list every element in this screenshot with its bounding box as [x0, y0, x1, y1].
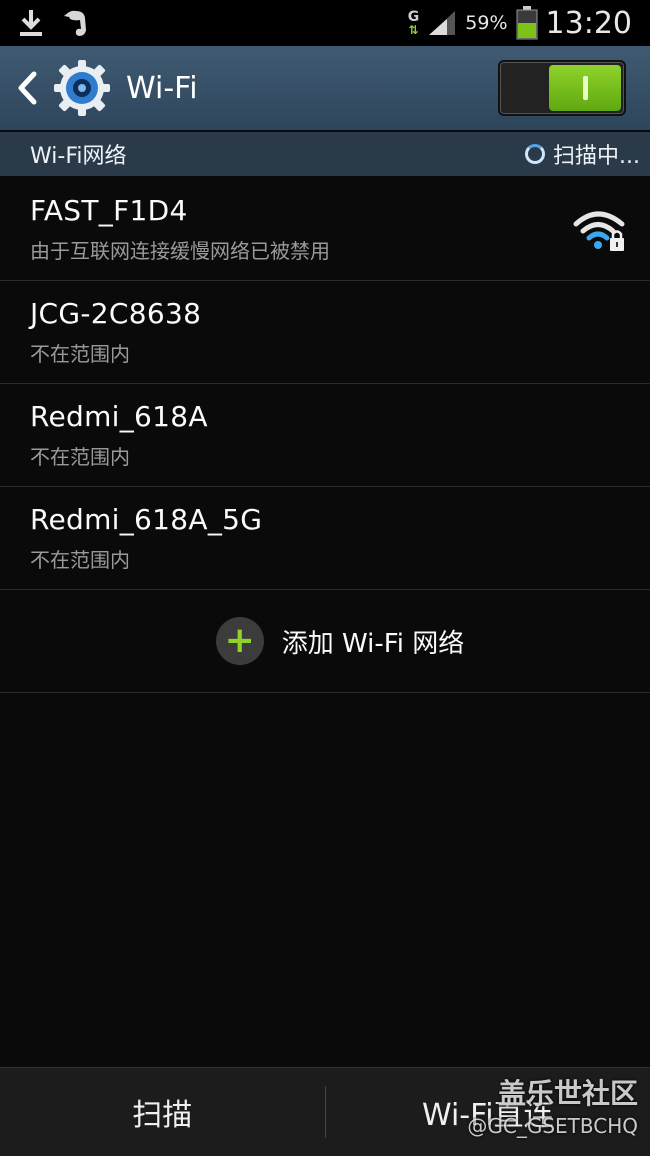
battery-percent: 59%: [465, 12, 508, 34]
wifi-networks-header: Wi-Fi网络 扫描中...: [0, 132, 650, 176]
back-arrow-icon[interactable]: [14, 68, 40, 108]
page-title: Wi-Fi: [126, 70, 198, 106]
watermark-handle: @GC_GSETBCHQ: [467, 1114, 638, 1138]
network-status: 不在范围内: [30, 445, 130, 469]
scan-status: 扫描中...: [525, 138, 640, 170]
evernote-icon: [64, 10, 86, 37]
network-ssid: FAST_F1D4: [30, 194, 188, 227]
add-plus-icon: +: [215, 617, 264, 665]
network-status: 不在范围内: [30, 342, 130, 366]
network-ssid: Redmi_618A: [30, 400, 208, 433]
scan-button[interactable]: 扫描: [0, 1068, 325, 1156]
network-item-jcg-2c8638[interactable]: JCG-2C8638 不在范围内: [0, 281, 650, 384]
network-ssid: JCG-2C8638: [30, 297, 202, 330]
network-status: 由于互联网连接缓慢网络已被禁用: [30, 239, 330, 263]
network-item-redmi-618a[interactable]: Redmi_618A 不在范围内: [0, 384, 650, 487]
section-title: Wi-Fi网络: [30, 144, 127, 169]
settings-gear-icon[interactable]: [52, 58, 112, 118]
wifi-toggle-switch[interactable]: [498, 60, 626, 116]
add-network-label: 添加 Wi-Fi 网络: [281, 628, 465, 659]
scanning-spinner-icon: [525, 144, 546, 164]
clock: 13:20: [545, 5, 632, 41]
battery-icon: [516, 6, 538, 40]
wifi-locked-icon: [573, 211, 625, 251]
toggle-knob: [549, 65, 621, 111]
download-icon: [20, 10, 42, 36]
network-list: FAST_F1D4 由于互联网连接缓慢网络已被禁用 JCG-2C8638 不在范…: [0, 178, 650, 693]
status-bar: G ⇅ 59% 13:20: [0, 0, 650, 46]
add-wifi-network-item[interactable]: + 添加 Wi-Fi 网络: [0, 590, 650, 693]
network-ssid: Redmi_618A_5G: [30, 503, 263, 536]
network-item-fast-f1d4[interactable]: FAST_F1D4 由于互联网连接缓慢网络已被禁用: [0, 178, 650, 281]
signal-icon: [429, 11, 456, 35]
action-bar: Wi-Fi: [0, 46, 650, 130]
network-status: 不在范围内: [30, 548, 130, 572]
network-type-indicator: G ⇅: [407, 9, 420, 37]
watermark: 盖乐世社区 @GC_GSETBCHQ: [467, 1072, 638, 1138]
scan-status-label: 扫描中...: [553, 144, 640, 169]
watermark-title: 盖乐世社区: [497, 1077, 638, 1110]
network-item-redmi-618a-5g[interactable]: Redmi_618A_5G 不在范围内: [0, 487, 650, 590]
